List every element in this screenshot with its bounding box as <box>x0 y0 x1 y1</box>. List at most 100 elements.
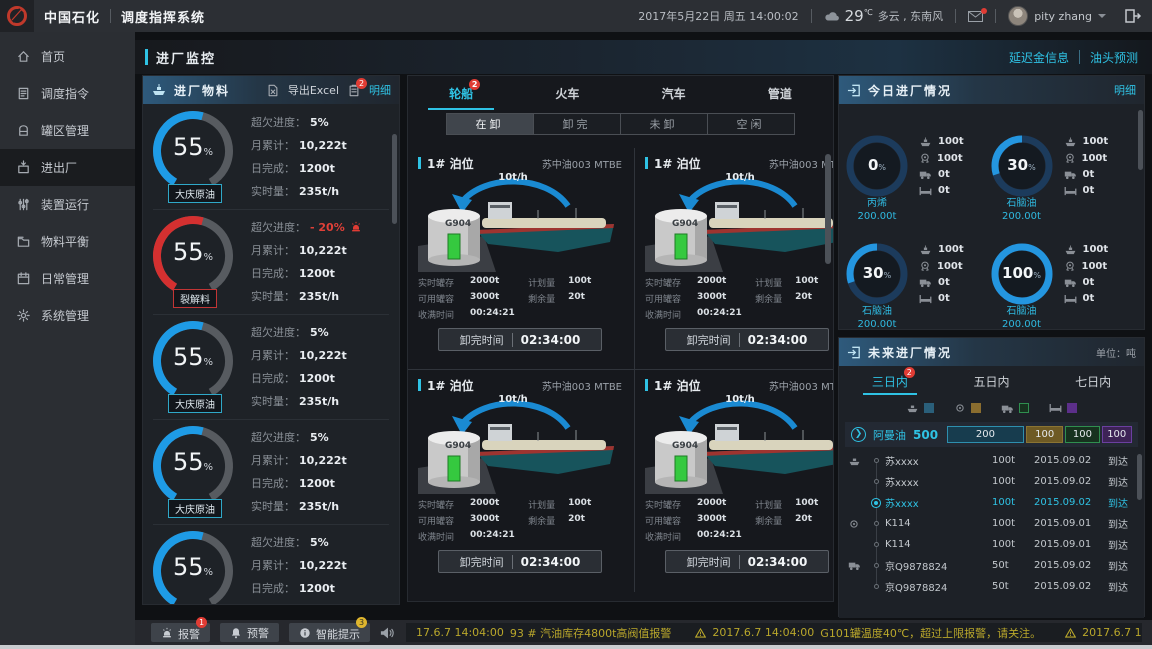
stat-value: 0t <box>938 277 950 288</box>
tab-truck[interactable]: 汽车 <box>621 76 727 110</box>
materials-alert-button[interactable]: 2 <box>348 84 360 97</box>
message-button[interactable] <box>968 11 983 22</box>
status-subtabs: 在卸 卸完 未卸 空闲 <box>408 113 833 135</box>
sidebar-item-dispatch-orders[interactable]: 调度指令 <box>0 75 135 112</box>
future-panel-title: 未来进厂情况 <box>868 344 952 361</box>
ship-icon <box>1064 137 1077 147</box>
train-icon <box>954 402 966 414</box>
tab-pipeline[interactable]: 管道 <box>727 76 833 110</box>
timeline-dot <box>874 521 879 526</box>
stat-value: 10,222t <box>299 454 347 467</box>
timeline-dot-selected <box>874 501 878 505</box>
tab-ship[interactable]: 轮船2 <box>408 76 514 110</box>
unloading-illustration: 10t/h G904 <box>418 394 622 496</box>
truck-icon <box>1001 403 1014 414</box>
table-row-selected[interactable]: 苏xxxx 100t 2015.09.02 到达 <box>839 492 1144 513</box>
oil-head-forecast-link[interactable]: 油头预测 <box>1090 49 1138 66</box>
export-excel-button[interactable]: 导出Excel <box>288 82 339 98</box>
stat-value: 10,222t <box>299 349 347 362</box>
tab-train[interactable]: 火车 <box>514 76 620 110</box>
stat-value: 100t <box>568 276 591 289</box>
sidebar-item-tank-area[interactable]: 罐区管理 <box>0 112 135 149</box>
avatar <box>1008 6 1028 26</box>
table-row[interactable]: 苏xxxx 100t 2015.09.02 到达 <box>839 471 1144 492</box>
stat-label: 计划量 <box>528 276 568 289</box>
future-scrollbar[interactable] <box>1137 454 1142 500</box>
expand-button[interactable]: ❯ <box>851 427 866 442</box>
company-name: 中国石化 <box>44 7 100 26</box>
today-panel-header: 今日进厂情况 明细 <box>839 76 1144 104</box>
table-row[interactable]: 京Q9878824 50t 2015.09.02 到达 <box>839 576 1144 597</box>
tips-badge: 3 <box>356 617 367 628</box>
table-row[interactable]: K114 100t 2015.09.01 到达 <box>839 534 1144 555</box>
cell-name: 苏xxxx <box>885 474 992 489</box>
bottom-alert-bar: 报警1 预警 智能提示3 17.6.7 14:04:00 93 # 汽油库存48… <box>135 620 1152 645</box>
delay-fee-link[interactable]: 延迟金信息 <box>1009 49 1069 66</box>
smart-tips-button[interactable]: 智能提示3 <box>289 623 370 642</box>
sidebar-item-label: 系统管理 <box>41 307 89 324</box>
user-menu[interactable]: pity zhang <box>1008 6 1106 26</box>
table-row[interactable]: 苏xxxx 100t 2015.09.02 到达 <box>839 450 1144 471</box>
sidebar-item-system-management[interactable]: 系统管理 <box>0 297 135 334</box>
tab-3-days[interactable]: 三日内2 <box>839 366 941 396</box>
subtab-unloading[interactable]: 在卸 <box>446 113 534 135</box>
materials-detail-link[interactable]: 明细 <box>369 82 391 98</box>
legend-swatch-train <box>971 403 981 413</box>
warning-triangle-icon <box>1065 628 1076 638</box>
stat-value: 100t <box>1082 261 1108 272</box>
weather-temp: 29℃ <box>845 7 873 25</box>
speaker-icon[interactable] <box>380 626 396 640</box>
materials-scrollbar[interactable] <box>392 134 397 224</box>
unload-time-button[interactable]: 卸完时间 02:34:00 <box>665 328 829 351</box>
subtab-idle[interactable]: 空闲 <box>707 113 795 135</box>
today-scrollbar[interactable] <box>1138 110 1143 170</box>
sidebar-item-material-balance[interactable]: 物料平衡 <box>0 223 135 260</box>
sidebar-item-home[interactable]: 首页 <box>0 38 135 75</box>
warning-button[interactable]: 预警 <box>220 623 279 642</box>
tank-id-label: G904 <box>445 441 471 451</box>
material-name-tag: 裂解料 <box>173 289 217 308</box>
cell-amount: 100t <box>992 497 1034 508</box>
sidebar-item-unit-operation[interactable]: 装置运行 <box>0 186 135 223</box>
sidebar-item-daily-management[interactable]: 日常管理 <box>0 260 135 297</box>
truck-icon <box>919 169 932 180</box>
message-time: 2017.6.7 12:2 <box>1082 626 1142 639</box>
subtab-unloaded[interactable]: 卸完 <box>533 113 621 135</box>
sidebar-item-in-out-plant[interactable]: 进出厂 <box>0 149 135 186</box>
material-gauge: 55% 大庆原油 <box>151 109 239 205</box>
alarm-button[interactable]: 报警1 <box>151 623 210 642</box>
today-gauge-cell: 100% 石脑油200.00t 100t 100t 0t 0t <box>990 220 1135 328</box>
unit-label: 单位：吨 <box>1096 345 1136 360</box>
center-scrollbar[interactable] <box>825 154 831 264</box>
unload-time-button[interactable]: 卸完时间 02:34:00 <box>665 550 829 573</box>
button-divider <box>512 333 513 347</box>
today-detail-link[interactable]: 明细 <box>1114 82 1136 98</box>
logout-button[interactable] <box>1124 8 1142 24</box>
subtab-not-unloaded[interactable]: 未卸 <box>620 113 708 135</box>
flow-rate-label: 10t/h <box>705 394 775 405</box>
sidebar-item-label: 日常管理 <box>41 270 89 287</box>
cell-date: 2015.09.01 <box>1034 539 1108 550</box>
unload-time-button[interactable]: 卸完时间 02:34:00 <box>438 328 602 351</box>
summary-total: 500 <box>913 428 938 442</box>
incoming-materials-panel: 进厂物料 导出Excel 2 明细 55% <box>142 75 400 605</box>
stat-label: 实时量： <box>251 603 295 604</box>
enter-plant-icon <box>847 84 861 97</box>
material-item: 55% 裂解料 超欠进度：- 20% 月累计：10,222t 日完成：1200t… <box>143 209 399 314</box>
tab-5-days[interactable]: 五日内 <box>941 366 1043 396</box>
bar-train: 100 <box>1026 426 1064 443</box>
flow-rate-label: 10t/h <box>478 172 548 183</box>
stat-value: 10,222t <box>299 559 347 572</box>
stat-value: 0t <box>1083 185 1095 196</box>
tab-7-days[interactable]: 七日内 <box>1042 366 1144 396</box>
alarm-icon <box>350 221 362 233</box>
stat-value: 3000t <box>470 514 499 527</box>
stat-label: 超欠进度： <box>251 324 306 340</box>
stat-value: 20t <box>568 514 585 527</box>
stat-value: 100t <box>795 498 818 511</box>
material-gauge: 55% 大庆原油 <box>151 424 239 520</box>
table-row[interactable]: 京Q9878824 50t 2015.09.02 到达 <box>839 555 1144 576</box>
unload-time-button[interactable]: 卸完时间 02:34:00 <box>438 550 602 573</box>
table-row[interactable]: K114 100t 2015.09.01 到达 <box>839 513 1144 534</box>
stat-label: 月累计： <box>251 347 295 363</box>
